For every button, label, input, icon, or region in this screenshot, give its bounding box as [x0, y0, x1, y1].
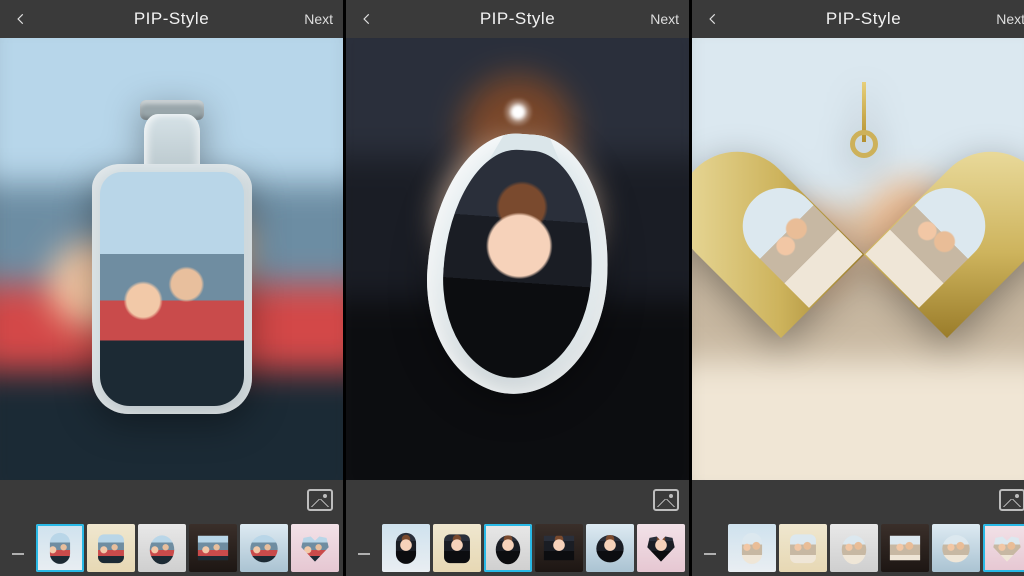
editor-canvas[interactable] [692, 38, 1024, 480]
chevron-left-icon [706, 12, 720, 26]
frame-thumb-glass[interactable] [433, 524, 481, 572]
download-frames-button[interactable] [4, 524, 32, 572]
download-icon [355, 538, 373, 558]
pip-frame-drop [408, 104, 628, 414]
frame-thumb-drop[interactable] [138, 524, 186, 572]
frame-thumb-heart[interactable] [983, 524, 1024, 572]
header-bar: PIP-Style Next [0, 0, 343, 38]
frame-layer [0, 38, 343, 480]
framed-photo [797, 192, 931, 316]
thumb-photo [144, 530, 180, 566]
frame-thumb-bottle[interactable] [382, 524, 430, 572]
download-icon [701, 538, 719, 558]
frame-thumb-film[interactable] [189, 524, 237, 572]
frame-thumb-drop[interactable] [484, 524, 532, 572]
frame-strip [692, 520, 1024, 576]
frame-thumb-glass[interactable] [779, 524, 827, 572]
editor-canvas[interactable] [346, 38, 689, 480]
canvas-toolbar [0, 480, 343, 520]
change-background-button[interactable] [653, 489, 679, 511]
thumb-photo [643, 530, 679, 566]
thumb-photo [246, 530, 282, 566]
next-button[interactable]: Next [996, 0, 1024, 38]
framed-photo [436, 145, 600, 383]
thumb-photo [388, 530, 424, 566]
header-bar: PIP-Style Next [346, 0, 689, 38]
thumb-photo [297, 530, 333, 566]
thumb-photo [439, 530, 475, 566]
frame-strip [346, 520, 689, 576]
frame-thumb-heart[interactable] [291, 524, 339, 572]
next-button[interactable]: Next [304, 0, 333, 38]
download-frames-button[interactable] [350, 524, 378, 572]
frame-layer [692, 38, 1024, 480]
frame-thumbnails [36, 524, 339, 572]
thumb-photo [785, 530, 821, 566]
change-background-button[interactable] [307, 489, 333, 511]
frame-thumb-bottle[interactable] [728, 524, 776, 572]
thumb-photo [592, 530, 628, 566]
frame-thumb-ball[interactable] [586, 524, 634, 572]
thumb-photo [836, 530, 872, 566]
back-button[interactable] [6, 0, 36, 38]
chevron-left-icon [360, 12, 374, 26]
thumb-photo [490, 530, 526, 566]
thumb-photo [734, 530, 770, 566]
frame-thumb-drop[interactable] [830, 524, 878, 572]
framed-photo [100, 172, 244, 406]
thumb-photo [938, 530, 974, 566]
frame-thumb-glass[interactable] [87, 524, 135, 572]
header-bar: PIP-Style Next [692, 0, 1024, 38]
chevron-left-icon [14, 12, 28, 26]
download-frames-button[interactable] [696, 524, 724, 572]
canvas-toolbar [346, 480, 689, 520]
frame-thumb-film[interactable] [881, 524, 929, 572]
download-icon [9, 538, 27, 558]
frame-layer [346, 38, 689, 480]
change-background-button[interactable] [999, 489, 1024, 511]
thumb-photo [93, 530, 129, 566]
frame-thumb-ball[interactable] [240, 524, 288, 572]
frame-thumb-bottle[interactable] [36, 524, 84, 572]
frame-thumb-ball[interactable] [932, 524, 980, 572]
next-button[interactable]: Next [650, 0, 679, 38]
pip-frame-heart [739, 134, 989, 384]
screen-title: PIP-Style [134, 9, 209, 29]
thumb-photo [42, 530, 78, 566]
pip-frame-bottle [82, 94, 262, 424]
editor-canvas[interactable] [0, 38, 343, 480]
frame-thumbnails [382, 524, 685, 572]
thumb-photo [887, 530, 923, 566]
frame-thumb-heart[interactable] [637, 524, 685, 572]
canvas-toolbar [692, 480, 1024, 520]
app-screen: PIP-Style Next [346, 0, 689, 576]
frame-strip [0, 520, 343, 576]
screen-title: PIP-Style [826, 9, 901, 29]
frame-thumbnails [728, 524, 1024, 572]
thumb-photo [195, 530, 231, 566]
app-screen: PIP-Style Next [692, 0, 1024, 576]
back-button[interactable] [698, 0, 728, 38]
back-button[interactable] [352, 0, 382, 38]
frame-thumb-film[interactable] [535, 524, 583, 572]
thumb-photo [541, 530, 577, 566]
app-screen: PIP-Style Next [0, 0, 343, 576]
thumb-photo [989, 530, 1024, 566]
screen-title: PIP-Style [480, 9, 555, 29]
